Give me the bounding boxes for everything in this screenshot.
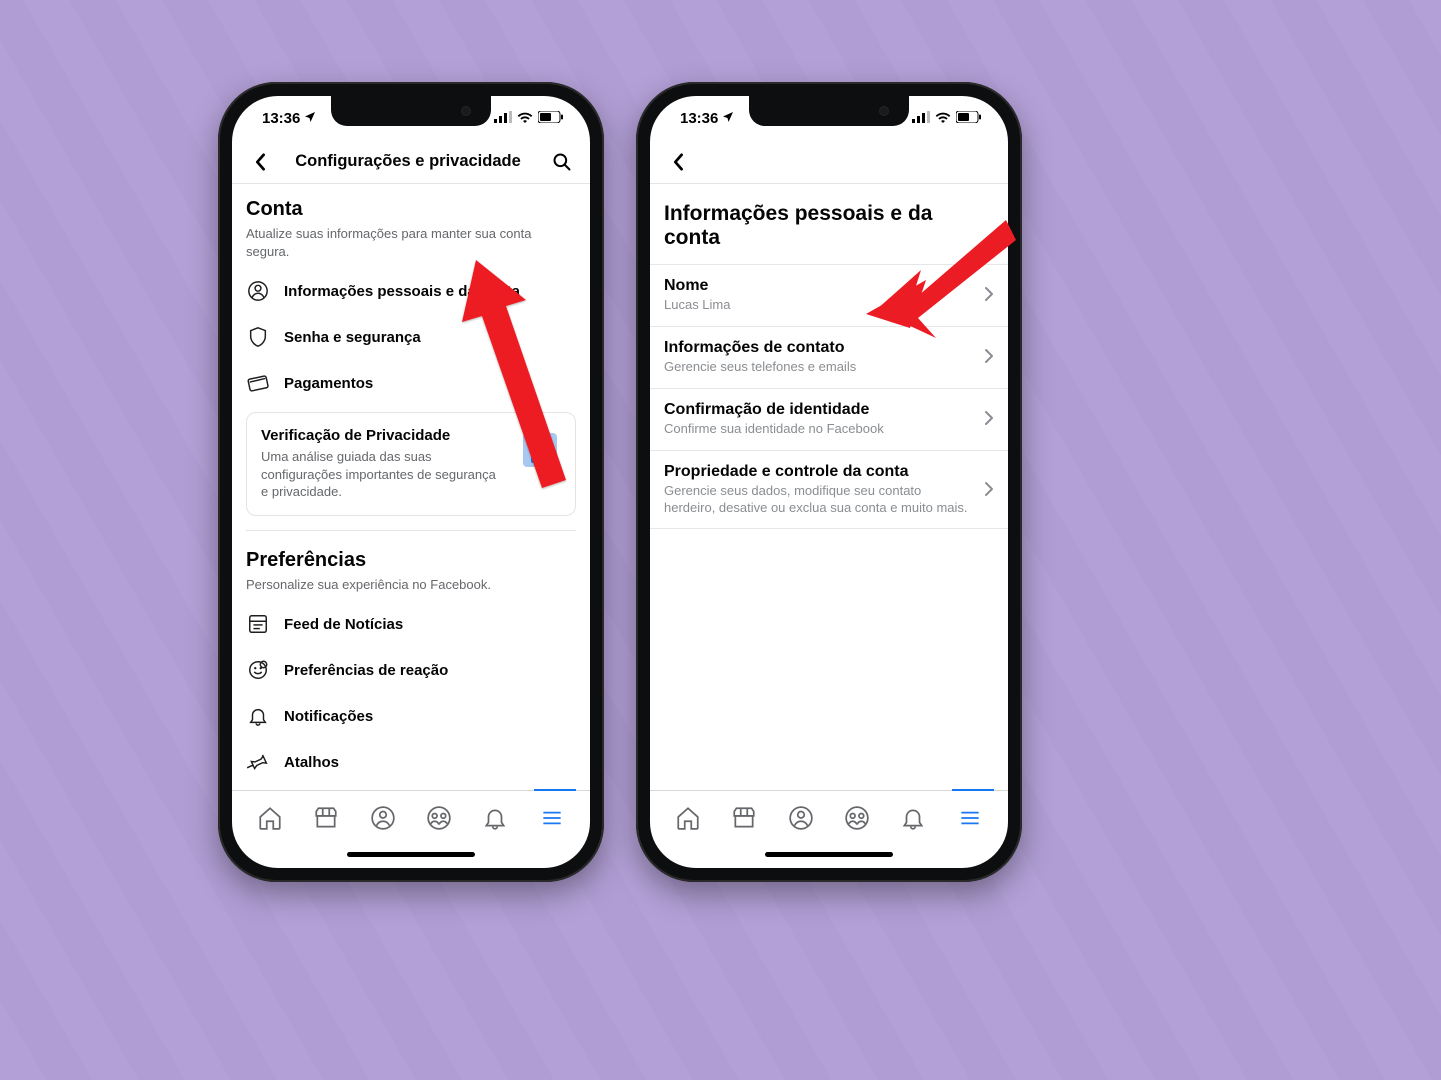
screen-right: 13:36 bbox=[650, 96, 1008, 868]
tab-groups[interactable] bbox=[419, 798, 459, 838]
user-circle-icon bbox=[246, 279, 270, 303]
item-title: Confirmação de identidade bbox=[664, 401, 974, 419]
phone-left: 13:36 Configurações e p bbox=[218, 82, 604, 882]
battery-icon bbox=[956, 110, 982, 127]
card-sub: Uma análise guiada das suas configuraçõe… bbox=[261, 448, 503, 501]
row-label: Feed de Notícias bbox=[284, 616, 403, 633]
prefs-section: Preferências Personalize sua experiência… bbox=[232, 535, 590, 602]
tab-profile[interactable] bbox=[363, 798, 403, 838]
bell-icon bbox=[246, 704, 270, 728]
phone-right: 13:36 bbox=[636, 82, 1022, 882]
location-icon bbox=[722, 111, 734, 126]
status-time: 13:36 bbox=[262, 110, 300, 127]
chevron-right-icon bbox=[984, 406, 994, 432]
tab-profile[interactable] bbox=[781, 798, 821, 838]
back-button[interactable] bbox=[660, 144, 696, 180]
item-ownership[interactable]: Propriedade e controle da conta Gerencie… bbox=[650, 450, 1008, 530]
wifi-icon bbox=[935, 110, 951, 127]
content: Informações pessoais e da conta Nome Luc… bbox=[650, 184, 1008, 790]
nav-title: Configurações e privacidade bbox=[272, 152, 544, 171]
wifi-icon bbox=[517, 110, 533, 127]
account-sub: Atualize suas informações para manter su… bbox=[246, 225, 576, 260]
row-label: Atalhos bbox=[284, 754, 339, 771]
shield-icon bbox=[246, 325, 270, 349]
row-label: Notificações bbox=[284, 708, 373, 725]
section-divider bbox=[246, 530, 576, 531]
item-title: Propriedade e controle da conta bbox=[664, 463, 974, 481]
card-icon bbox=[246, 371, 270, 395]
tab-home[interactable] bbox=[668, 798, 708, 838]
row-label: Senha e segurança bbox=[284, 329, 421, 346]
row-payments[interactable]: Pagamentos bbox=[232, 360, 590, 406]
item-identity[interactable]: Confirmação de identidade Confirme sua i… bbox=[650, 388, 1008, 450]
card-title: Verificação de Privacidade bbox=[261, 427, 503, 444]
item-title: Nome bbox=[664, 277, 974, 295]
content: Conta Atualize suas informações para man… bbox=[232, 184, 590, 790]
chevron-right-icon bbox=[984, 282, 994, 308]
row-security[interactable]: Senha e segurança bbox=[232, 314, 590, 360]
row-label: Informações pessoais e da conta bbox=[284, 283, 520, 300]
tab-home[interactable] bbox=[250, 798, 290, 838]
status-left: 13:36 bbox=[680, 110, 734, 127]
chevron-right-icon bbox=[984, 344, 994, 370]
tab-marketplace[interactable] bbox=[306, 798, 346, 838]
feed-icon bbox=[246, 612, 270, 636]
cellular-icon bbox=[494, 110, 512, 127]
nav-header: Configurações e privacidade bbox=[232, 140, 590, 184]
item-name[interactable]: Nome Lucas Lima bbox=[650, 264, 1008, 326]
tab-notifications[interactable] bbox=[475, 798, 515, 838]
prefs-sub: Personalize sua experiência no Facebook. bbox=[246, 576, 576, 594]
tab-menu[interactable] bbox=[532, 798, 572, 838]
item-sub: Gerencie seus dados, modifique seu conta… bbox=[664, 483, 974, 517]
tab-bar bbox=[232, 790, 590, 844]
row-shortcuts[interactable]: Atalhos bbox=[232, 739, 590, 785]
home-indicator[interactable] bbox=[650, 844, 1008, 868]
list: Nome Lucas Lima Informações de contato G… bbox=[650, 264, 1008, 529]
page-heading: Informações pessoais e da conta bbox=[650, 184, 1008, 264]
notch bbox=[331, 96, 491, 126]
tab-marketplace[interactable] bbox=[724, 798, 764, 838]
card-text: Verificação de Privacidade Uma análise g… bbox=[261, 427, 503, 501]
account-heading: Conta bbox=[246, 198, 576, 221]
status-right bbox=[494, 110, 564, 127]
nav-header bbox=[650, 140, 1008, 184]
reaction-icon bbox=[246, 658, 270, 682]
status-time: 13:36 bbox=[680, 110, 718, 127]
item-title: Informações de contato bbox=[664, 339, 974, 357]
tab-bar bbox=[650, 790, 1008, 844]
row-reaction[interactable]: Preferências de reação bbox=[232, 647, 590, 693]
prefs-heading: Preferências bbox=[246, 549, 576, 572]
item-contact[interactable]: Informações de contato Gerencie seus tel… bbox=[650, 326, 1008, 388]
cellular-icon bbox=[912, 110, 930, 127]
screen-left: 13:36 Configurações e p bbox=[232, 96, 590, 868]
row-notifications[interactable]: Notificações bbox=[232, 693, 590, 739]
row-label: Preferências de reação bbox=[284, 662, 448, 679]
tab-notifications[interactable] bbox=[893, 798, 933, 838]
location-icon bbox=[304, 111, 316, 126]
row-personal-info[interactable]: Informações pessoais e da conta bbox=[232, 268, 590, 314]
lock-illustration-icon bbox=[517, 427, 561, 471]
chevron-right-icon bbox=[984, 477, 994, 503]
status-left: 13:36 bbox=[262, 110, 316, 127]
privacy-check-card[interactable]: Verificação de Privacidade Uma análise g… bbox=[246, 412, 576, 516]
notch bbox=[749, 96, 909, 126]
item-sub: Gerencie seus telefones e emails bbox=[664, 359, 974, 376]
status-right bbox=[912, 110, 982, 127]
account-section: Conta Atualize suas informações para man… bbox=[232, 184, 590, 268]
row-feed[interactable]: Feed de Notícias bbox=[232, 601, 590, 647]
item-sub: Lucas Lima bbox=[664, 297, 974, 314]
home-indicator[interactable] bbox=[232, 844, 590, 868]
pin-icon bbox=[246, 750, 270, 774]
battery-icon bbox=[538, 110, 564, 127]
search-button[interactable] bbox=[544, 144, 580, 180]
row-label: Pagamentos bbox=[284, 375, 373, 392]
item-sub: Confirme sua identidade no Facebook bbox=[664, 421, 974, 438]
tab-menu[interactable] bbox=[950, 798, 990, 838]
tab-groups[interactable] bbox=[837, 798, 877, 838]
